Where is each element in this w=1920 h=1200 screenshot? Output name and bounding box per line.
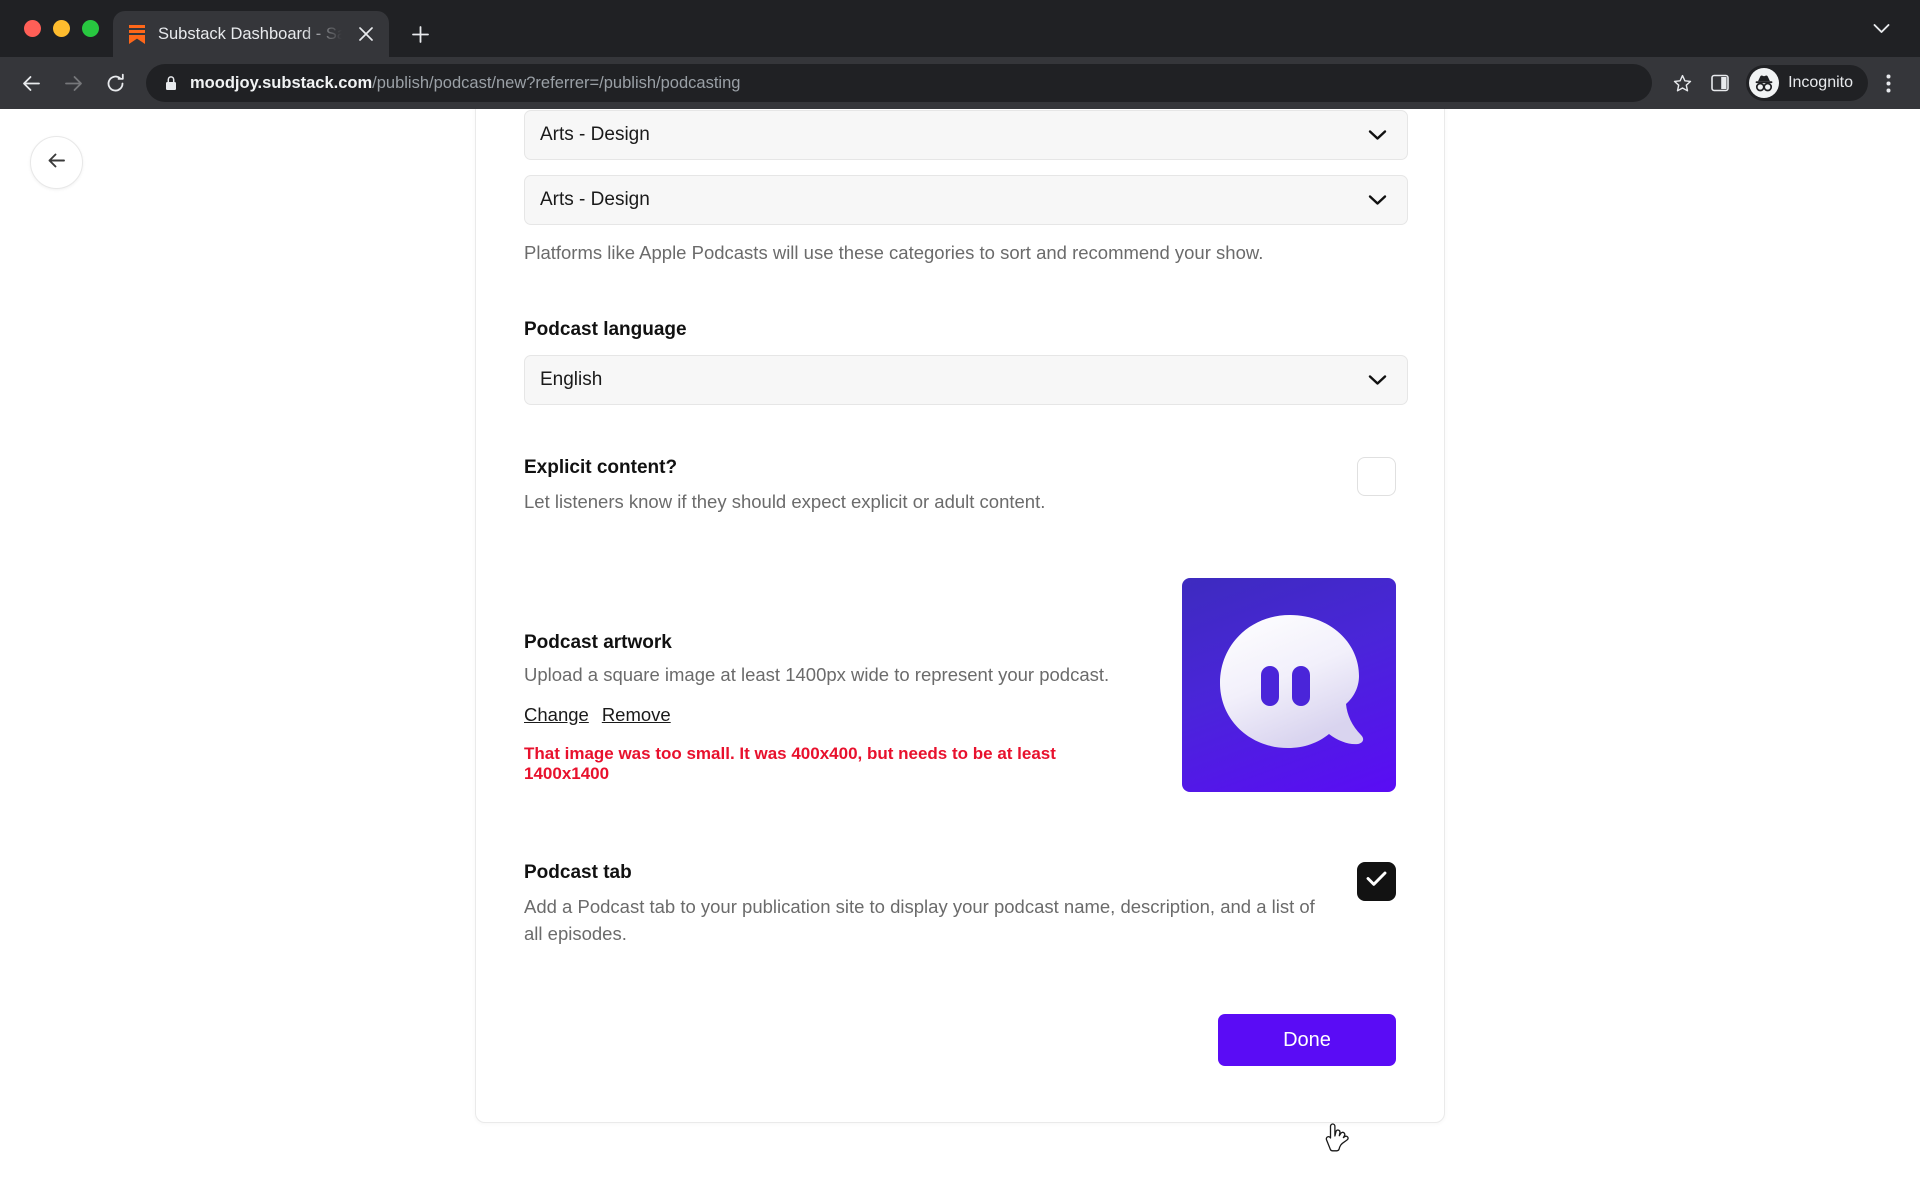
categories-help-text: Platforms like Apple Podcasts will use t… — [524, 242, 1264, 263]
url-path: /publish/podcast/new?referrer=/publish/p… — [372, 73, 741, 92]
browser-toolbar: moodjoy.substack.com/publish/podcast/new… — [0, 57, 1920, 109]
explicit-content-description: Let listeners know if they should expect… — [524, 490, 1046, 512]
explicit-content-section: Explicit content? Let listeners know if … — [524, 456, 1396, 516]
done-button[interactable]: Done — [1218, 1014, 1396, 1067]
card-footer: Done — [524, 1014, 1396, 1067]
address-bar[interactable]: moodjoy.substack.com/publish/podcast/new… — [146, 64, 1653, 102]
three-dot-menu-icon[interactable] — [1870, 65, 1906, 101]
side-panel-icon[interactable] — [1702, 65, 1738, 101]
tab-strip: Substack Dashboard - Sarah's — [0, 0, 1920, 57]
podcast-tab-description: Add a Podcast tab to your publication si… — [524, 895, 1315, 945]
chevron-down-icon — [1368, 129, 1387, 141]
podcast-language-value: English — [540, 368, 603, 390]
arrow-left-icon — [45, 149, 68, 177]
star-icon[interactable] — [1664, 65, 1700, 101]
close-icon[interactable] — [353, 21, 379, 47]
url-host: moodjoy.substack.com — [190, 73, 373, 92]
minimize-window-button[interactable] — [53, 20, 70, 37]
checkmark-icon — [1366, 870, 1387, 892]
lock-icon — [164, 75, 178, 91]
browser-tab[interactable]: Substack Dashboard - Sarah's — [113, 11, 389, 57]
secondary-category-value: Arts - Design — [540, 189, 650, 210]
podcast-language-section: Podcast language English — [524, 318, 1408, 405]
ghost-mascot-icon — [1220, 614, 1364, 748]
podcast-artwork-section: Podcast artwork Upload a square image at… — [524, 577, 1396, 792]
toolbar-actions: Incognito — [1664, 65, 1906, 101]
maximize-window-button[interactable] — [82, 20, 99, 37]
change-artwork-link[interactable]: Change — [524, 704, 589, 726]
explicit-content-title: Explicit content? — [524, 456, 678, 478]
tab-strip-right — [1864, 0, 1920, 57]
podcast-artwork-preview[interactable] — [1182, 577, 1396, 792]
secondary-category-select[interactable]: Arts - Design — [524, 175, 1408, 225]
podcast-tab-checkbox[interactable] — [1357, 861, 1396, 901]
page-viewport: Arts - Design Arts - Design Platforms li… — [0, 109, 1920, 1200]
chevron-down-icon — [1368, 194, 1387, 206]
incognito-icon — [1749, 68, 1780, 98]
podcast-artwork-links: Change Remove — [524, 704, 1142, 726]
page-back-button[interactable] — [30, 136, 83, 189]
primary-category-select[interactable]: Arts - Design — [524, 110, 1408, 160]
explicit-content-checkbox[interactable] — [1357, 456, 1396, 496]
new-tab-button[interactable] — [403, 17, 437, 51]
url-text: moodjoy.substack.com/publish/podcast/new… — [190, 74, 1638, 93]
podcast-tab-title: Podcast tab — [524, 861, 632, 883]
chevron-down-icon — [1368, 374, 1387, 386]
tab-title: Substack Dashboard - Sarah's — [158, 24, 342, 43]
podcast-artwork-title: Podcast artwork — [524, 631, 672, 653]
podcast-artwork-info: Podcast artwork Upload a square image at… — [524, 578, 1142, 784]
chevron-down-icon[interactable] — [1864, 12, 1898, 46]
close-window-button[interactable] — [24, 20, 41, 37]
browser-window: Substack Dashboard - Sarah's — [0, 0, 1920, 1200]
podcast-settings-card: Arts - Design Arts - Design Platforms li… — [475, 109, 1445, 1124]
explicit-content-text: Explicit content? Let listeners know if … — [524, 457, 1321, 516]
substack-icon — [127, 23, 147, 45]
window-traffic-lights — [18, 0, 113, 57]
back-navigation-button[interactable] — [12, 64, 50, 102]
podcast-artwork-description: Upload a square image at least 1400px wi… — [524, 663, 1110, 685]
incognito-label: Incognito — [1788, 74, 1853, 91]
incognito-profile-chip[interactable]: Incognito — [1746, 65, 1868, 101]
remove-artwork-link[interactable]: Remove — [602, 704, 671, 726]
forward-navigation-button[interactable] — [54, 64, 92, 102]
reload-icon[interactable] — [96, 64, 134, 102]
pointer-hand-cursor — [1323, 1123, 1349, 1153]
podcast-language-label: Podcast language — [524, 318, 687, 340]
primary-category-value: Arts - Design — [540, 124, 650, 145]
artwork-error-message: That image was too small. It was 400x400… — [524, 743, 1056, 783]
podcast-tab-text: Podcast tab Add a Podcast tab to your pu… — [524, 862, 1321, 949]
podcast-language-select[interactable]: English — [524, 354, 1408, 405]
podcast-tab-section: Podcast tab Add a Podcast tab to your pu… — [524, 861, 1396, 949]
